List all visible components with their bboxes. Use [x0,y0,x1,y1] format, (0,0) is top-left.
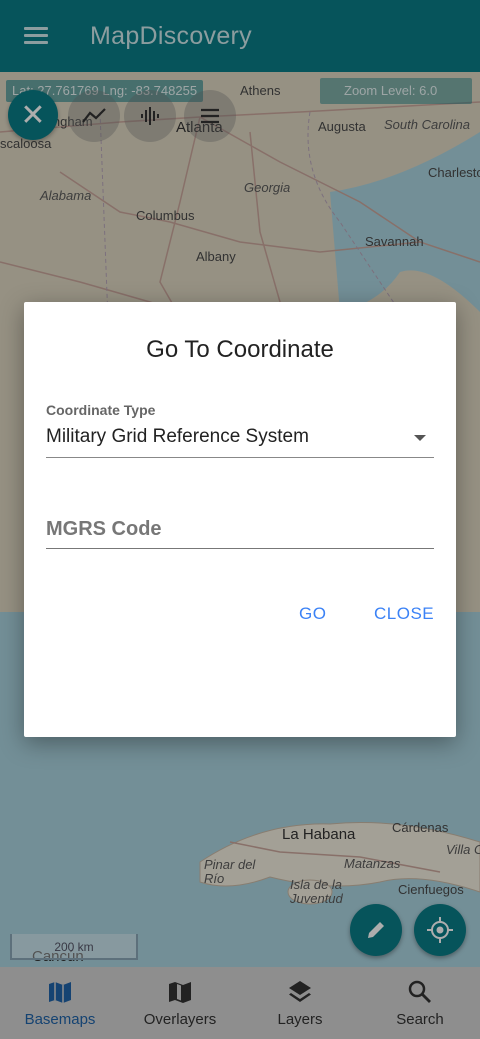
dialog-title: Go To Coordinate [146,336,334,363]
dropdown-arrow-icon[interactable] [414,435,426,441]
close-button[interactable]: CLOSE [374,604,434,624]
select-underline [46,457,434,458]
coordinate-type-label: Coordinate Type [46,402,156,418]
coordinate-type-select[interactable]: Military Grid Reference System [46,426,309,448]
go-to-coordinate-dialog: Go To Coordinate Coordinate Type Militar… [24,302,456,737]
mgrs-code-input[interactable]: MGRS Code [46,518,162,541]
input-underline [46,548,434,549]
go-button[interactable]: GO [299,604,326,624]
